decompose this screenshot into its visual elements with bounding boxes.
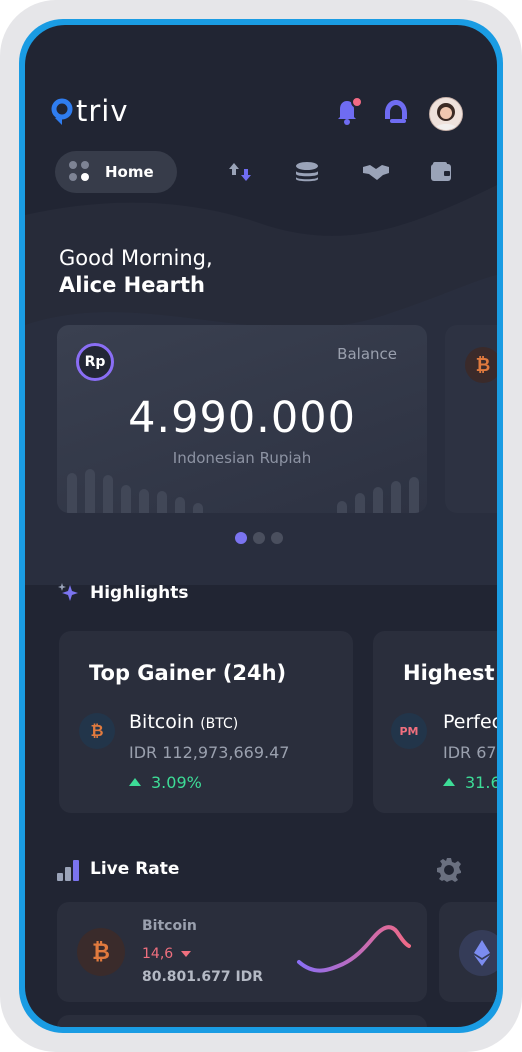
highlight-card[interactable]: Highest PM Perfec IDR 67, 31.6 [373, 631, 497, 813]
live-rate-title: Live Rate [90, 859, 180, 879]
live-rate-card[interactable]: ₿ Bitcoin 14,6 80.801.677 IDR [57, 902, 427, 1002]
greeting-text: Good Morning, [59, 246, 213, 270]
page-dot[interactable] [271, 532, 283, 544]
up-arrow-icon [443, 777, 455, 786]
sparkle-icon [58, 583, 78, 601]
coin-change: 31.6 [443, 773, 497, 792]
highlights-title: Highlights [90, 583, 189, 603]
next-live-rate-card[interactable] [439, 902, 497, 1002]
bar-chart-icon [57, 860, 79, 881]
coin-price: IDR 67, [443, 743, 497, 762]
nav-trade-tab[interactable] [229, 161, 251, 187]
page-dot[interactable] [253, 532, 265, 544]
balance-label: Balance [337, 345, 397, 363]
ethereum-glyph [474, 940, 490, 966]
home-icon [69, 161, 91, 183]
balance-amount: 4.990.000 [128, 393, 356, 443]
coin-stack-icon [296, 162, 318, 182]
ethereum-icon [459, 930, 497, 976]
exchange-icon [229, 163, 251, 181]
bitcoin-icon: ₿ [77, 928, 125, 976]
balance-card[interactable]: Rp Balance 4.990.000 Indonesian Rupiah [57, 325, 427, 513]
up-arrow-icon [129, 777, 141, 786]
wallet-icon [431, 162, 451, 181]
logo-text: triv [76, 94, 129, 128]
nav-deals-tab[interactable] [363, 161, 389, 187]
coin-change: 3.09% [129, 773, 202, 792]
nav-home-label: Home [105, 163, 154, 181]
coin-name: Perfec [443, 711, 497, 733]
sparkline-chart [297, 925, 411, 973]
down-arrow-icon [181, 951, 192, 957]
settings-gear-icon[interactable] [436, 857, 462, 883]
handshake-icon [363, 165, 389, 180]
carousel-pagination [235, 532, 283, 544]
currency-badge: Rp [76, 343, 114, 381]
app-logo[interactable]: triv [51, 97, 129, 126]
user-avatar[interactable] [429, 97, 463, 131]
bitcoin-icon: ₿ [79, 713, 115, 749]
avatar-image [430, 98, 462, 130]
coin-change: 14,6 [142, 946, 192, 962]
app-screen: triv Home Good Morning, Alice Hearth Rp … [25, 25, 497, 1027]
live-rate-card[interactable] [57, 1015, 427, 1027]
nav-coins-tab[interactable] [295, 161, 319, 187]
next-balance-card[interactable]: ₿ [445, 325, 497, 513]
nav-wallet-tab[interactable] [430, 161, 452, 187]
coin-price: 80.801.677 IDR [142, 969, 264, 985]
balance-currency: Indonesian Rupiah [172, 449, 312, 467]
bell-icon [338, 96, 363, 125]
user-name: Alice Hearth [59, 273, 205, 297]
pm-coin-icon: PM [391, 713, 427, 749]
coin-name: Bitcoin [142, 918, 197, 934]
notification-button[interactable] [334, 95, 364, 131]
coin-price: IDR 112,973,669.47 [129, 743, 290, 762]
support-button[interactable] [382, 95, 410, 131]
highlight-title: Highest [403, 661, 495, 685]
logo-mark-icon [51, 98, 73, 125]
nav-home-tab[interactable]: Home [55, 151, 177, 193]
bitcoin-icon: ₿ [465, 347, 497, 383]
headset-icon [385, 100, 407, 123]
highlight-title: Top Gainer (24h) [89, 661, 287, 685]
page-dot[interactable] [235, 532, 247, 544]
highlight-card[interactable]: Top Gainer (24h) ₿ Bitcoin (BTC) IDR 112… [59, 631, 353, 813]
coin-name: Bitcoin (BTC) [129, 711, 239, 733]
